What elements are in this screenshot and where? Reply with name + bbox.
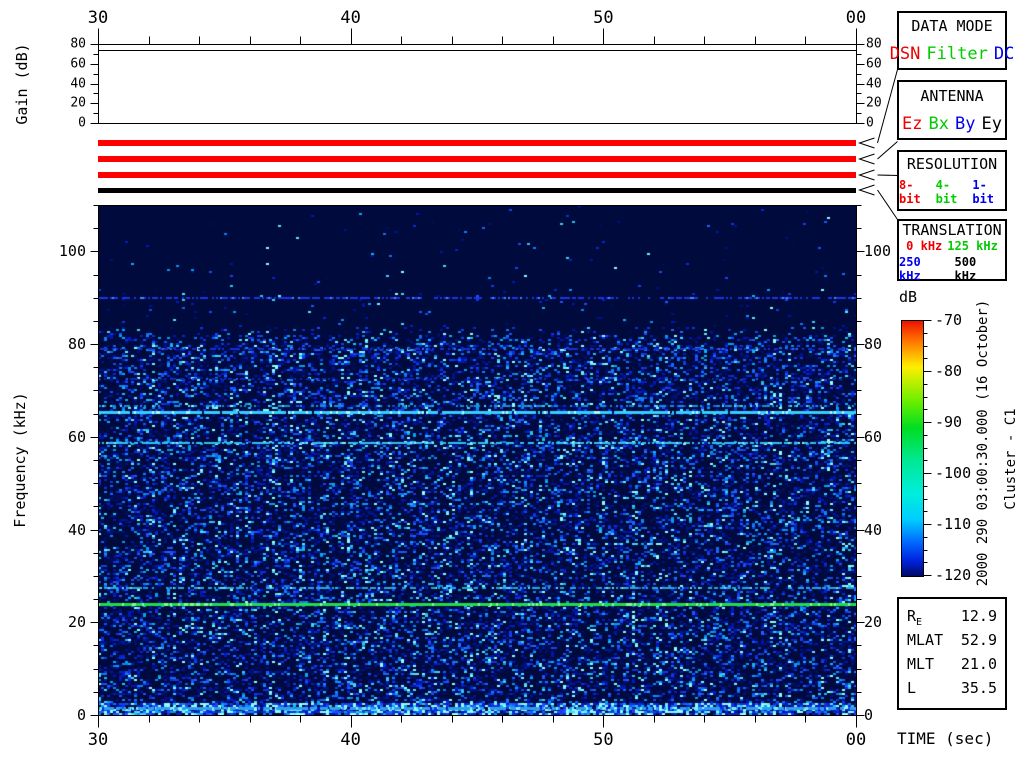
gain-tick-left: 40 xyxy=(70,76,86,91)
colorbar-tick-label: -100 xyxy=(935,464,972,482)
translation-box: TRANSLATION 0 kHz 125 kHz 250 kHz 500 kH… xyxy=(897,219,1007,283)
resolution-bar xyxy=(98,172,856,178)
antenna-bx: Bx xyxy=(928,113,949,134)
gain-tick-left: 20 xyxy=(70,95,86,111)
callout-arrows xyxy=(857,69,898,220)
freq-tick-left: 60 xyxy=(67,427,86,446)
mlt-label: MLT xyxy=(907,655,935,674)
time-tick-top: 50 xyxy=(593,8,614,28)
resolution-1bit: 1-bit xyxy=(972,178,995,207)
antenna-box: ANTENNA Ez Bx By Ey xyxy=(897,80,1007,140)
freq-tick-left: 100 xyxy=(58,242,86,261)
data-mode-dsn: DSN xyxy=(889,43,921,64)
ephemeris-row-re: RE 12.9 xyxy=(907,606,997,628)
gain-tick-left: 0 xyxy=(78,115,86,131)
resolution-8bit: 8-bit xyxy=(899,178,921,207)
translation-0khz: 0 kHz xyxy=(906,239,943,253)
translation-500khz: 500 kHz xyxy=(954,255,977,283)
time-tick-bottom: 30 xyxy=(87,730,109,750)
freq-tick-right: 40 xyxy=(864,520,883,539)
freq-tick-left: 80 xyxy=(67,335,86,354)
antenna-by: By xyxy=(955,113,976,134)
ephemeris-row-mlt: MLT 21.0 xyxy=(907,655,997,676)
colorbar-tick-label: -80 xyxy=(935,362,963,380)
freq-tick-left: 0 xyxy=(76,706,86,724)
colorbar-tick-label: -70 xyxy=(935,311,963,329)
antenna-ey: Ey xyxy=(981,113,1002,134)
time-tick-top: 00 xyxy=(845,8,867,28)
gain-tick-right: 20 xyxy=(866,95,882,111)
ephemeris-row-l: L 35.5 xyxy=(907,679,997,700)
status-bars xyxy=(98,140,856,193)
mlat-label: MLAT xyxy=(907,630,944,649)
gain-tick-right: 40 xyxy=(866,76,882,91)
freq-tick-right: 60 xyxy=(864,427,883,446)
gain-axis-title: Gain (dB) xyxy=(13,43,31,125)
colorbar-tick-label: -110 xyxy=(935,515,972,533)
data-mode-title: DATA MODE xyxy=(911,17,993,36)
wbd-spectrogram-page: Gain (dB) Frequency (kHz) 30 30 40 40 50 50 00… xyxy=(0,0,1024,768)
data-mode-box: DATA MODE DSN Filter DC xyxy=(890,11,1014,70)
gain-tick-left: 80 xyxy=(70,36,86,52)
translation-250khz: 250 kHz xyxy=(899,255,921,283)
time-axis-title: TIME (sec) xyxy=(897,729,994,748)
colorbar-tick-label: -120 xyxy=(935,566,972,584)
gain-tick-left: 60 xyxy=(70,56,86,72)
freq-tick-right: 100 xyxy=(864,242,892,261)
data-mode-dc: DC xyxy=(993,43,1015,64)
antenna-bar xyxy=(98,156,856,162)
colorbar xyxy=(901,320,924,577)
resolution-box: RESOLUTION 8-bit 4-bit 1-bit xyxy=(897,150,1007,211)
time-tick-bottom: 50 xyxy=(593,730,614,750)
gain-tick-right: 80 xyxy=(866,36,882,52)
colorbar-tick-label: -90 xyxy=(935,413,963,431)
data-mode-filter: Filter xyxy=(926,43,988,64)
gain-tick-right: 0 xyxy=(866,115,874,131)
l-value: 35.5 xyxy=(960,679,997,698)
time-tick-top: 30 xyxy=(87,8,109,28)
freq-tick-left: 20 xyxy=(67,613,86,632)
antenna-title: ANTENNA xyxy=(920,86,984,105)
time-tick-bottom: 00 xyxy=(845,730,867,750)
mlat-value: 52.9 xyxy=(960,630,997,649)
ephemeris-row-mlat: MLAT 52.9 xyxy=(907,631,997,652)
freq-tick-right: 20 xyxy=(864,613,883,632)
freq-tick-left: 40 xyxy=(67,520,86,539)
freq-tick-right: 0 xyxy=(864,706,874,724)
datetime-annotation: 2000 290 03:00:30.000 (16 October) xyxy=(975,299,991,587)
translation-bar xyxy=(98,188,856,193)
freq-tick-right: 80 xyxy=(864,335,883,354)
translation-125khz: 125 kHz xyxy=(947,239,998,253)
spacecraft-annotation: Cluster - C1 xyxy=(1003,408,1019,510)
frequency-axis-title: Frequency (kHz) xyxy=(11,392,29,528)
translation-title: TRANSLATION xyxy=(902,221,1002,239)
spectrogram-canvas xyxy=(98,205,856,715)
time-tick-bottom: 40 xyxy=(340,730,361,750)
mlt-value: 21.0 xyxy=(960,655,997,674)
resolution-4bit: 4-bit xyxy=(935,178,958,207)
ephemeris-box: RE 12.9 MLAT 52.9 MLT 21.0 L 35.5 xyxy=(897,597,1007,710)
gain-tick-right: 60 xyxy=(866,56,882,72)
antenna-ez: Ez xyxy=(902,113,923,134)
colorbar-title: dB xyxy=(899,288,918,306)
re-label: R xyxy=(907,606,917,625)
data-mode-bar xyxy=(98,140,856,146)
resolution-title: RESOLUTION xyxy=(906,154,998,173)
time-tick-top: 40 xyxy=(340,8,361,28)
l-label: L xyxy=(907,679,917,698)
re-value: 12.9 xyxy=(960,606,997,625)
